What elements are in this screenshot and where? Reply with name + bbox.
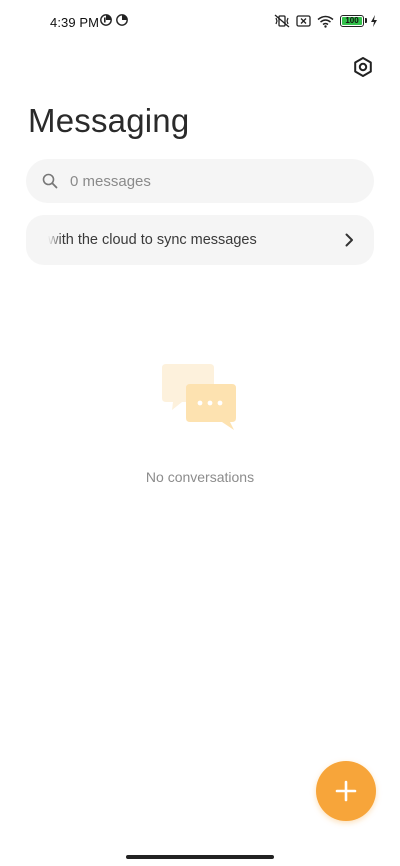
- plus-icon: [335, 780, 357, 802]
- wifi-icon: [317, 15, 334, 28]
- page-title: Messaging: [28, 102, 190, 139]
- status-bar: 4:39 PM 100: [0, 0, 400, 44]
- status-time: 4:39 PM: [50, 15, 100, 30]
- sync-banner[interactable]: with the cloud to sync messages: [26, 215, 374, 265]
- empty-state-message: No conversations: [145, 469, 255, 485]
- app-notification-icon: [116, 14, 128, 26]
- charging-icon: [371, 15, 377, 27]
- battery-level: 100: [345, 16, 359, 25]
- chevron-right-icon: [342, 233, 356, 247]
- sim-off-icon: [296, 15, 311, 27]
- search-icon: [42, 173, 58, 189]
- sync-banner-label: with the cloud to sync messages: [48, 232, 257, 248]
- app-notification-icon: [100, 14, 112, 26]
- chat-bubbles-icon: [162, 364, 236, 430]
- search-bar[interactable]: [26, 159, 374, 203]
- vibrate-off-icon: [274, 14, 290, 28]
- home-indicator[interactable]: [126, 855, 274, 859]
- search-input[interactable]: [68, 171, 352, 191]
- status-left-icons: [100, 14, 128, 26]
- new-conversation-button[interactable]: [316, 761, 376, 821]
- settings-hex-icon: [354, 57, 372, 77]
- settings-button[interactable]: [350, 54, 376, 80]
- status-right-icons: 100: [274, 14, 378, 28]
- battery-icon: 100: [340, 15, 367, 27]
